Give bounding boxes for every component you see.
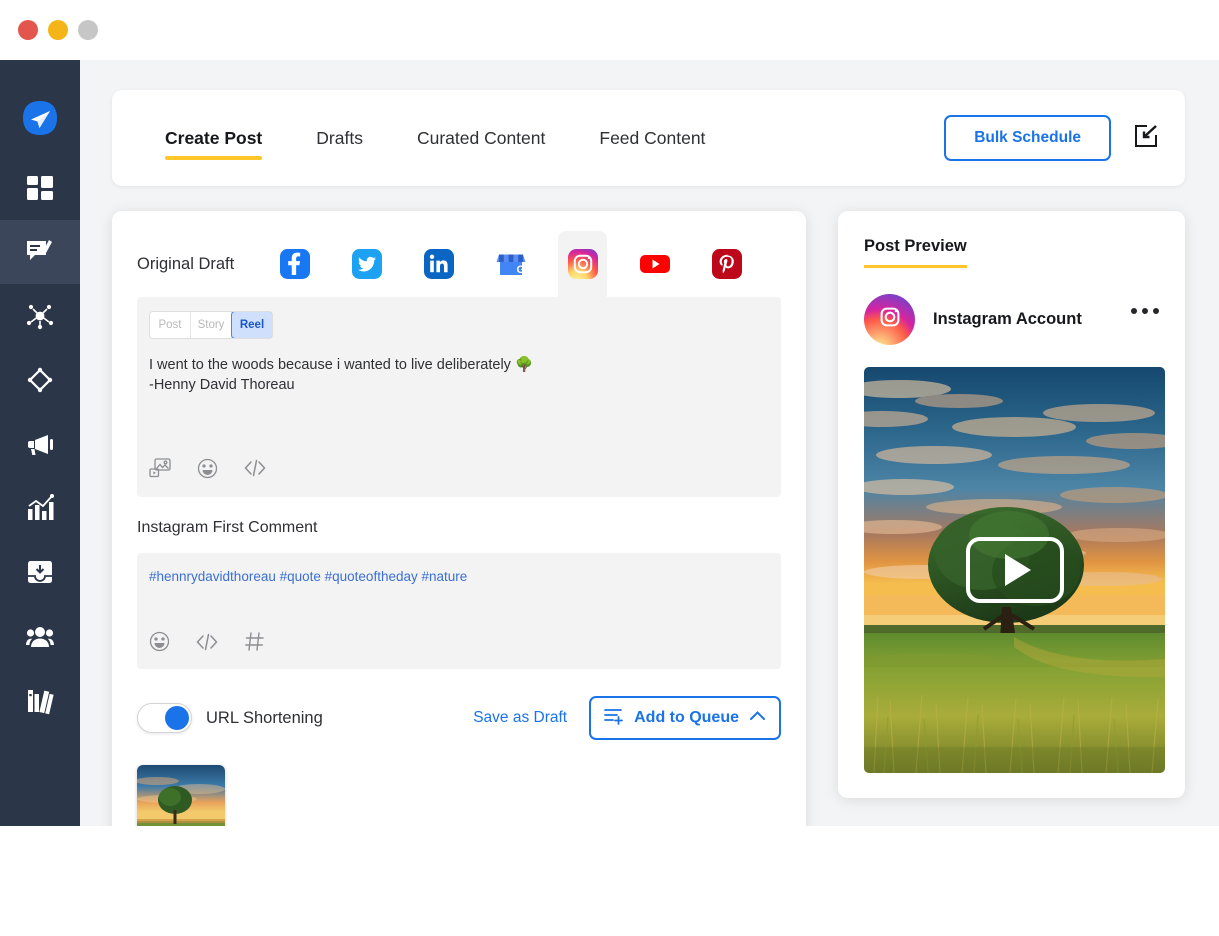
post-type-reel[interactable]: Reel — [231, 311, 273, 339]
avatar — [864, 294, 915, 345]
first-comment-box[interactable]: #hennrydavidthoreau #quote #quoteoftheda… — [137, 553, 781, 669]
play-button-icon[interactable] — [966, 537, 1064, 603]
sidebar-item-monitor[interactable] — [0, 348, 80, 412]
post-preview-card: Post Preview Instagram Account — [838, 211, 1185, 798]
preview-media[interactable] — [864, 367, 1165, 773]
original-draft-label: Original Draft — [137, 255, 234, 274]
post-text-area[interactable]: I went to the woods because i wanted to … — [149, 355, 769, 395]
sidebar-item-team[interactable] — [0, 604, 80, 668]
emoji-smiley-icon[interactable] — [197, 458, 218, 484]
comment-toolbar — [149, 631, 265, 657]
channel-tab-google-business[interactable]: G — [486, 231, 535, 297]
minimize-button[interactable] — [48, 20, 68, 40]
post-composer[interactable]: Post Story Reel I went to the woods beca… — [137, 297, 781, 497]
bulk-schedule-button[interactable]: Bulk Schedule — [944, 115, 1111, 161]
add-to-queue-button[interactable]: Add to Queue — [589, 696, 781, 740]
tab-bar: Create Post Drafts Curated Content Feed … — [112, 128, 732, 149]
target-icon — [26, 366, 54, 394]
add-to-queue-label: Add to Queue — [634, 709, 739, 727]
books-icon — [26, 686, 54, 714]
account-name: Instagram Account — [933, 310, 1082, 329]
header-actions: Bulk Schedule — [944, 115, 1185, 161]
sidebar-item-inbox[interactable] — [0, 540, 80, 604]
editor-bottom-bar: URL Shortening Save as Draft Add to Queu… — [137, 695, 781, 741]
sidebar-item-dashboard[interactable] — [0, 156, 80, 220]
sidebar-item-campaigns[interactable] — [0, 412, 80, 476]
channel-tab-pinterest[interactable] — [702, 231, 751, 297]
close-button[interactable] — [18, 20, 38, 40]
instagram-gradient-icon — [876, 303, 904, 336]
tab-feed-content[interactable]: Feed Content — [572, 128, 732, 149]
channel-tab-linkedin[interactable] — [414, 231, 463, 297]
channel-tab-instagram[interactable] — [558, 231, 607, 297]
channel-tab-twitter[interactable] — [342, 231, 391, 297]
preview-title: Post Preview — [864, 237, 967, 268]
save-as-draft-button[interactable]: Save as Draft — [473, 709, 567, 727]
compose-square-icon[interactable] — [1133, 123, 1159, 154]
svg-text:G: G — [516, 264, 525, 276]
queue-list-plus-icon — [604, 707, 624, 730]
sidebar-item-logo-send[interactable] — [0, 86, 80, 150]
instagram-icon — [568, 249, 598, 279]
youtube-icon — [640, 249, 670, 279]
url-shortening-label: URL Shortening — [206, 709, 323, 728]
tab-drafts[interactable]: Drafts — [289, 128, 390, 149]
grid-icon — [26, 174, 54, 202]
tab-curated-content[interactable]: Curated Content — [390, 128, 572, 149]
ellipsis-icon[interactable] — [1131, 308, 1159, 314]
post-type-switch: Post Story Reel — [149, 311, 273, 339]
code-brackets-icon[interactable] — [244, 458, 266, 483]
page-bottom-area — [0, 826, 1219, 936]
top-tab-card: Create Post Drafts Curated Content Feed … — [112, 90, 1185, 186]
bar-chart-icon — [26, 494, 54, 522]
compose-message-icon — [26, 238, 54, 266]
sidebar-item-engage[interactable] — [0, 284, 80, 348]
code-brackets-icon[interactable] — [196, 632, 218, 657]
channel-tab-youtube[interactable] — [630, 231, 679, 297]
maximize-button[interactable] — [78, 20, 98, 40]
preview-account-row: Instagram Account — [864, 294, 1159, 345]
sidebar-item-analytics[interactable] — [0, 476, 80, 540]
media-image-video-icon[interactable] — [149, 457, 171, 484]
tab-create-post[interactable]: Create Post — [138, 128, 289, 149]
megaphone-icon — [26, 430, 54, 458]
post-type-post[interactable]: Post — [150, 312, 191, 338]
chevron-up-icon — [749, 709, 766, 727]
pinterest-icon — [712, 249, 742, 279]
users-icon — [26, 622, 54, 650]
emoji-smiley-icon[interactable] — [149, 631, 170, 657]
left-sidebar — [0, 60, 80, 826]
first-comment-label: Instagram First Comment — [137, 519, 806, 537]
post-text-line-2: -Henny David Thoreau — [149, 375, 769, 395]
post-type-story[interactable]: Story — [191, 312, 232, 338]
linkedin-icon — [424, 249, 454, 279]
hashtag-icon[interactable] — [244, 631, 265, 657]
sidebar-item-library[interactable] — [0, 668, 80, 732]
first-comment-text: #hennrydavidthoreau #quote #quoteoftheda… — [149, 569, 769, 584]
paper-plane-icon — [20, 98, 60, 138]
url-shortening-toggle[interactable] — [137, 703, 192, 733]
channel-tabs: Original Draft — [112, 231, 806, 297]
post-text-line-1: I went to the woods because i wanted to … — [149, 355, 769, 375]
facebook-icon — [280, 249, 310, 279]
composer-toolbar — [149, 457, 266, 484]
sidebar-item-publish[interactable] — [0, 220, 80, 284]
inbox-download-icon — [26, 558, 54, 586]
twitter-icon — [352, 249, 382, 279]
post-editor-card: Original Draft — [112, 211, 806, 910]
google-business-icon: G — [496, 249, 526, 279]
channel-tab-facebook[interactable] — [270, 231, 319, 297]
network-share-icon — [26, 302, 54, 330]
window-titlebar — [0, 0, 1219, 60]
toggle-knob — [165, 706, 189, 730]
app-window: Create Post Drafts Curated Content Feed … — [0, 0, 1219, 936]
